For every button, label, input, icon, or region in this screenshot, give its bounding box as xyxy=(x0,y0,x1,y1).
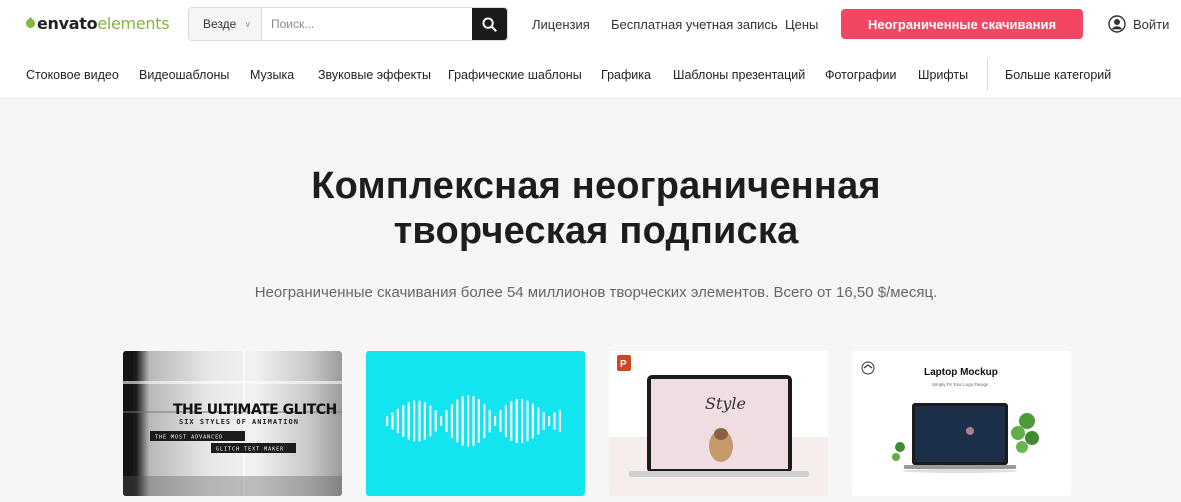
category-music[interactable]: Музыка xyxy=(250,68,294,82)
chevron-down-icon: ∨ xyxy=(244,18,251,29)
category-graphic-templates[interactable]: Графические шаблоны xyxy=(448,68,582,82)
waveform-bar xyxy=(467,395,470,447)
waveform-bar xyxy=(429,405,432,437)
top-header: envatoelements Везде ∨ Лицензия Бесплатн… xyxy=(0,0,1181,48)
login-label: Войти xyxy=(1133,16,1170,32)
search-icon xyxy=(482,16,497,32)
waveform-bar xyxy=(510,400,513,442)
category-presentation-templates[interactable]: Шаблоны презентаций xyxy=(673,68,805,82)
category-graphics[interactable]: Графика xyxy=(601,68,651,82)
hero-title: Комплексная неограниченная творческая по… xyxy=(0,164,1181,254)
waveform-bar xyxy=(461,396,464,446)
glitch-subtitle-text: SIX STYLES OF ANIMATION xyxy=(179,418,299,426)
pricing-link[interactable]: Цены xyxy=(785,17,818,32)
waveform-bar xyxy=(477,399,480,443)
waveform-bar xyxy=(456,399,459,443)
unlimited-downloads-button[interactable]: Неограниченные скачивания xyxy=(841,9,1083,39)
category-nav: Стоковое видео Видеошаблоны Музыка Звуко… xyxy=(0,48,1181,99)
envato-elements-logo[interactable]: envato elements xyxy=(24,14,170,33)
waveform-bar xyxy=(526,400,529,442)
glitch-title-text: THE ULTIMATE GLITCH xyxy=(173,402,337,418)
login-button[interactable]: Войти xyxy=(1108,15,1169,33)
laptop-mockup-subtitle: Simply Fit Your Logo Design xyxy=(932,382,989,387)
waveform-bar xyxy=(483,403,486,439)
more-categories-link[interactable]: Больше категорий xyxy=(1005,68,1111,82)
waveform-bar xyxy=(413,400,416,442)
waveform-bar xyxy=(423,402,426,440)
waveform-bar xyxy=(542,411,545,431)
item-card-glitch-video[interactable]: THE ULTIMATE GLITCH SIX STYLES OF ANIMAT… xyxy=(123,351,342,496)
search-scope-dropdown[interactable]: Везде ∨ xyxy=(189,8,262,40)
waveform-thumbnail xyxy=(386,395,561,447)
item-card-presentation[interactable]: P Style xyxy=(609,351,828,496)
leaf-icon xyxy=(24,17,37,30)
waveform-bar xyxy=(504,404,507,438)
laptop-mockup-title: Laptop Mockup xyxy=(924,367,998,378)
waveform-bar xyxy=(445,409,448,433)
waveform-bar xyxy=(488,409,491,433)
item-card-laptop-mockup[interactable]: Laptop Mockup Simply Fit Your Logo Desig… xyxy=(852,351,1071,496)
waveform-bar xyxy=(418,400,421,442)
waveform-bar xyxy=(396,408,399,434)
category-fonts[interactable]: Шрифты xyxy=(918,68,968,82)
waveform-bar xyxy=(391,412,394,430)
category-stock-video[interactable]: Стоковое видео xyxy=(26,68,119,82)
waveform-bar xyxy=(553,412,556,430)
waveform-bar xyxy=(531,403,534,439)
waveform-bar xyxy=(386,416,389,426)
license-link[interactable]: Лицензия xyxy=(532,17,590,32)
waveform-bar xyxy=(494,416,497,426)
user-icon xyxy=(1108,15,1126,33)
waveform-bar xyxy=(558,409,561,433)
search-input[interactable] xyxy=(262,8,472,40)
free-account-link[interactable]: Бесплатная учетная запись xyxy=(611,17,778,32)
search-scope-label: Везде xyxy=(203,17,237,31)
glitch-tag-2: GLITCH TEXT MAKER xyxy=(216,447,284,453)
glitch-thumbnail: THE ULTIMATE GLITCH SIX STYLES OF ANIMAT… xyxy=(123,351,342,496)
search-button[interactable] xyxy=(472,8,507,40)
waveform-bar xyxy=(537,407,540,435)
hero-title-line-1: Комплексная неограниченная xyxy=(311,165,881,207)
waveform-bar xyxy=(450,404,453,438)
waveform-bar xyxy=(521,398,524,444)
waveform-bar xyxy=(472,396,475,446)
category-video-templates[interactable]: Видеошаблоны xyxy=(139,68,229,82)
category-photos[interactable]: Фотографии xyxy=(825,68,896,82)
ppt-badge-text: P xyxy=(620,359,627,370)
style-text: Style xyxy=(705,394,746,413)
presentation-thumbnail: P Style xyxy=(609,351,828,496)
waveform-bar xyxy=(515,398,518,444)
glitch-tag-1: THE MOST ADVANCED xyxy=(155,435,223,441)
search-bar: Везде ∨ xyxy=(188,7,508,41)
waveform-bar xyxy=(434,410,437,432)
hero-title-line-2: творческая подписка xyxy=(393,210,799,252)
waveform-bar xyxy=(499,409,502,433)
logo-text-envato: envato xyxy=(37,14,98,33)
category-divider xyxy=(987,58,988,90)
hero-subtitle: Неограниченные скачивания более 54 милли… xyxy=(254,284,938,301)
item-card-music-waveform[interactable] xyxy=(366,351,585,496)
laptop-mockup-thumbnail: Laptop Mockup Simply Fit Your Logo Desig… xyxy=(861,361,1039,473)
waveform-bar xyxy=(402,405,405,437)
category-sound-effects[interactable]: Звуковые эффекты xyxy=(318,68,431,82)
waveform-bar xyxy=(548,416,551,426)
waveform-bar xyxy=(407,402,410,440)
waveform-bar xyxy=(440,416,443,426)
logo-text-elements: elements xyxy=(97,14,170,33)
